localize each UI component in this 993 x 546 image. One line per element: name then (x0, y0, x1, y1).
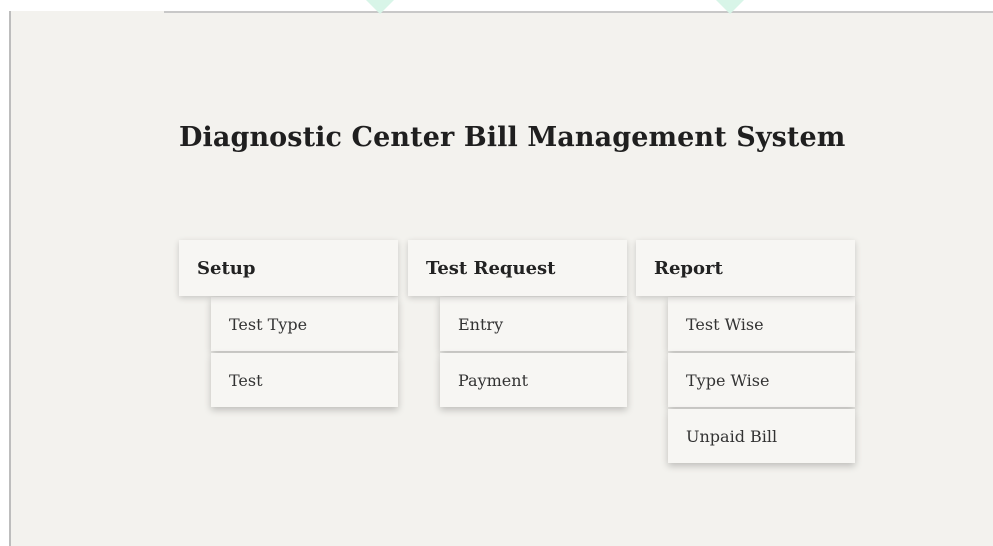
top-divider (164, 11, 993, 13)
menu-item-entry[interactable]: Entry (440, 297, 627, 351)
decorative-arrow-left (366, 0, 394, 14)
menu-items-test-request: Entry Payment (440, 297, 627, 407)
menu-setup: Setup Test Type Test (179, 240, 398, 407)
menu-item-unpaid-bill[interactable]: Unpaid Bill (668, 409, 855, 463)
menu-items-report: Test Wise Type Wise Unpaid Bill (668, 297, 855, 463)
menu-header-test-request[interactable]: Test Request (408, 240, 627, 296)
menu-item-test[interactable]: Test (211, 353, 398, 407)
app-window: Diagnostic Center Bill Management System… (9, 0, 993, 546)
menu-item-payment[interactable]: Payment (440, 353, 627, 407)
menu-header-setup[interactable]: Setup (179, 240, 398, 296)
decorative-arrow-right (716, 0, 744, 14)
menu-items-setup: Test Type Test (211, 297, 398, 407)
menu-item-type-wise[interactable]: Type Wise (668, 353, 855, 407)
menu-header-report[interactable]: Report (636, 240, 855, 296)
menu-report: Report Test Wise Type Wise Unpaid Bill (636, 240, 855, 463)
menu-test-request: Test Request Entry Payment (408, 240, 627, 407)
menu-item-test-type[interactable]: Test Type (211, 297, 398, 351)
menu-item-test-wise[interactable]: Test Wise (668, 297, 855, 351)
page-title: Diagnostic Center Bill Management System (179, 122, 846, 153)
